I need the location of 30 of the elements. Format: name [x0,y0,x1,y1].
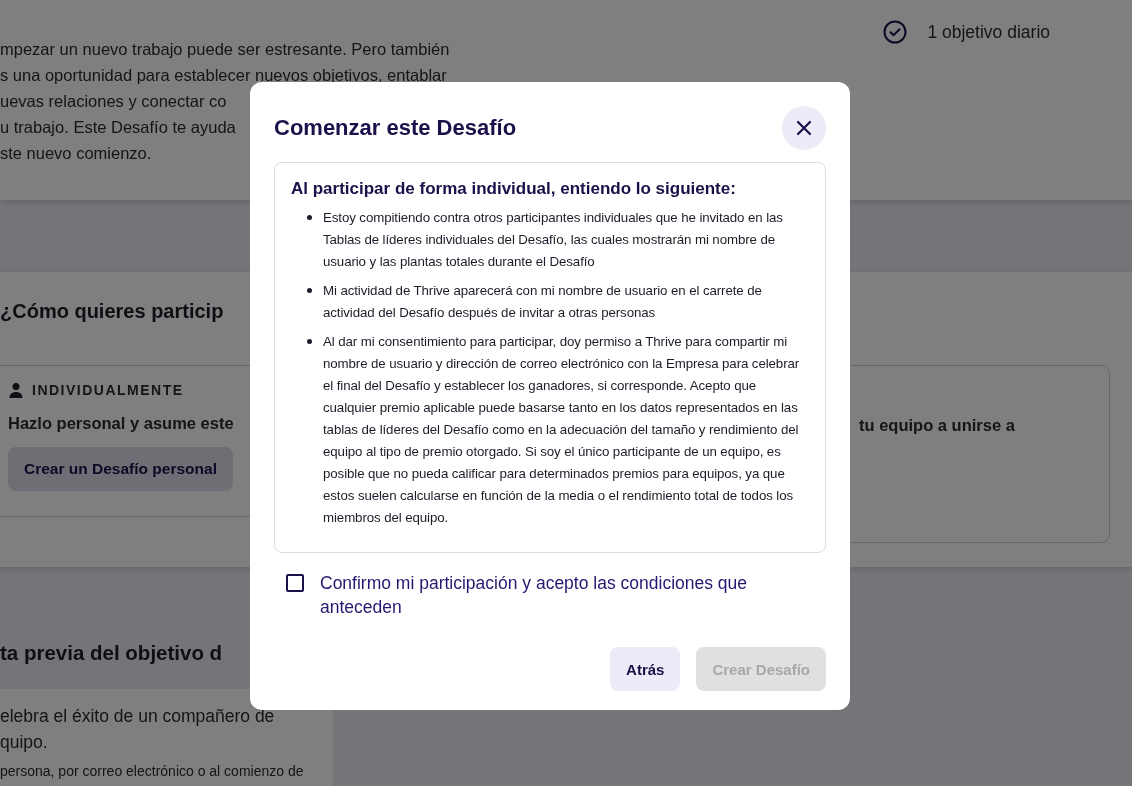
preview-text: quipo. [0,731,48,754]
terms-item: Estoy compitiendo contra otros participantes individuales que he invitado en las Tablas de líderes individuales del Desafío, las cuales mostrarán mi nombre de usuario y las plantas totales durante el Desafío [323,209,784,271]
goal-label: 1 objetivo diario [927,21,1050,43]
section-heading: ta previa del objetivo d [0,641,223,665]
intro-text: ste nuevo comienzo. [0,143,152,164]
bullet-icon [307,288,312,293]
intro-text: s una oportunidad para establecer nuevos objetivos, entablar [0,65,447,86]
dialog-button[interactable]: Atrás [610,647,681,691]
preview-note: persona, por correo electrónico o al comienzo de [0,763,304,779]
option-description: Hazlo personal y asume este [8,414,234,433]
close-icon [796,120,812,136]
terms-heading: Al participar de forma individual, entiendo lo siguiente: [291,179,737,199]
intro-text: u trabajo. Este Desafío te ayuda [0,117,236,138]
intro-text: uevas relaciones y conectar co [0,91,227,112]
intro-text: mpezar un nuevo trabajo puede ser estresante. Pero también [0,39,450,60]
consent-label: Confirmo mi participación y acepto las condiciones que anteceden [320,572,749,619]
bullet-icon [307,215,312,220]
option-description: tu equipo a unirse a [859,416,1015,435]
terms-item: Al dar mi consentimiento para participar, doy permiso a Thrive para compartir mi nombre de usuario y dirección de correo electrónico con la Empresa para celebrar el final del Desafío y establecer los ganadores, si corresponde. Acepto que cualquier premio aplicable puede basarse tanto en los datos representados en las tablas de líderes del Desafío como en la adecuación del tamaño y rendimiento del equipo al tipo de premio otorgado. Si soy el único participante de un equipo, es posible que no pueda calificar para determinados premios para equipos, ya que estos suelen calcularse en función de la media o el rendimiento total de todos los miembros del equipo. [323,333,801,527]
terms-item: Mi actividad de Thrive aparecerá con mi nombre de usuario en el carrete de actividad del Desafío después de invitar a otras personas [323,282,763,322]
dialog-title: Comenzar este Desafío [274,115,517,141]
checkbox[interactable] [286,574,304,592]
check-circle-icon [883,20,908,44]
person-icon [8,382,24,398]
section-heading: ¿Cómo quieres particip [0,300,224,323]
close-button[interactable] [782,106,826,150]
create-personal-button[interactable]: Crear un Desafío personal [8,447,233,491]
option-label: INDIVIDUALMENTE [32,382,184,398]
preview-text: elebra el éxito de un compañero de [0,705,275,728]
bullet-icon [307,339,312,344]
